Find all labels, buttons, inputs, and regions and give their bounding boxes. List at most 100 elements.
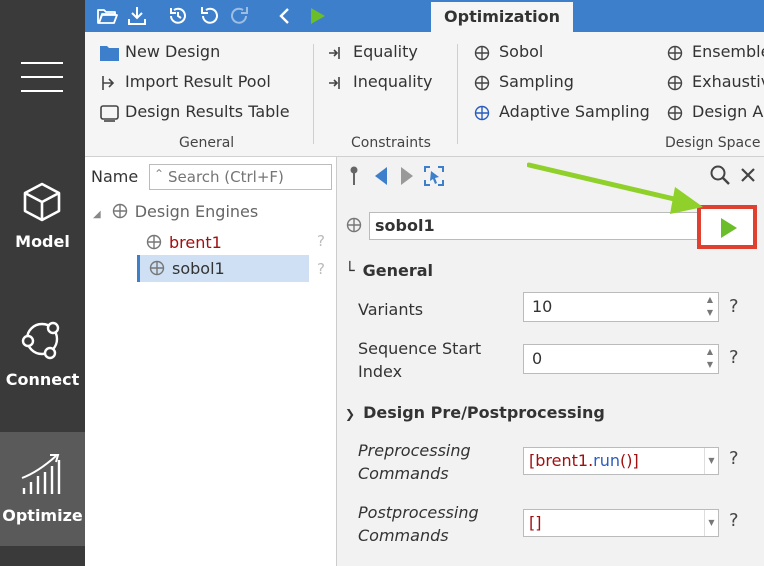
design-as-label: Design As bbox=[692, 102, 764, 121]
section-title: General bbox=[362, 261, 434, 280]
crosshair-icon bbox=[474, 75, 490, 90]
post-value: [] bbox=[529, 513, 542, 532]
exhaustive-button[interactable]: Exhaustiv bbox=[666, 72, 764, 92]
play-icon bbox=[721, 218, 737, 238]
history-icon[interactable] bbox=[167, 5, 189, 27]
exhaustive-label: Exhaustiv bbox=[692, 72, 764, 91]
design-as-button[interactable]: Design As bbox=[666, 102, 764, 122]
label-line-1: Postprocessing bbox=[358, 503, 479, 522]
optimize-chart-icon bbox=[21, 454, 61, 494]
dropdown-icon[interactable]: ▼ bbox=[704, 510, 718, 536]
collapse-triangle-icon[interactable]: ◢ bbox=[93, 209, 101, 220]
tab-optimization[interactable]: Optimization bbox=[431, 2, 573, 34]
rail-label-connect: Connect bbox=[5, 370, 80, 389]
group-label-design-space: Design Space E bbox=[665, 135, 764, 151]
back-chevron-icon[interactable] bbox=[274, 5, 296, 27]
crosshair-icon bbox=[146, 234, 162, 250]
dropdown-icon[interactable]: ▼ bbox=[704, 448, 718, 474]
tree-panel: Name ⌃ ◢ Design Engines brent1 ? sobol1 ? bbox=[85, 157, 337, 566]
group-label-general: General bbox=[179, 135, 235, 151]
inequality-constraint-icon bbox=[329, 76, 340, 89]
label-line-2: Commands bbox=[358, 526, 449, 545]
pre-call: run bbox=[593, 451, 621, 470]
annotation-arrow bbox=[527, 162, 703, 214]
tree-node-label: sobol1 bbox=[172, 259, 225, 278]
run-icon[interactable] bbox=[306, 5, 328, 27]
next-arrow-icon[interactable] bbox=[399, 165, 415, 187]
adaptive-sampling-button[interactable]: Adaptive Sampling bbox=[473, 102, 650, 122]
ribbon-divider bbox=[457, 44, 458, 144]
prev-arrow-icon[interactable] bbox=[373, 165, 389, 187]
postprocessing-commands-field[interactable]: [] ▼ bbox=[523, 509, 719, 537]
tree-search-box[interactable]: ⌃ bbox=[149, 164, 332, 190]
design-results-table-button[interactable]: Design Results Table bbox=[99, 102, 290, 122]
crosshair-icon bbox=[149, 260, 165, 276]
new-design-button[interactable]: New Design bbox=[99, 42, 220, 62]
crosshair-icon bbox=[667, 45, 683, 60]
section-general[interactable]: └ General bbox=[345, 261, 433, 280]
group-label-constraints: Constraints bbox=[351, 135, 431, 151]
ribbon: New Design Import Result Pool Design Res… bbox=[85, 32, 764, 157]
sobol-label: Sobol bbox=[499, 42, 544, 61]
rail-label-model: Model bbox=[15, 232, 70, 251]
crosshair-icon bbox=[346, 217, 362, 233]
equality-label: Equality bbox=[353, 42, 418, 61]
close-icon[interactable] bbox=[739, 166, 757, 184]
connect-icon bbox=[21, 321, 60, 360]
spinner-arrows-icon[interactable]: ▲ ▼ bbox=[702, 345, 718, 373]
pre-close: ()] bbox=[620, 451, 639, 470]
help-icon[interactable]: ? bbox=[729, 296, 739, 317]
ribbon-divider bbox=[313, 44, 314, 144]
sampling-button[interactable]: Sampling bbox=[473, 72, 574, 92]
section-design-prepost[interactable]: ❯ Design Pre/Postprocessing bbox=[345, 403, 605, 422]
folder-icon bbox=[100, 45, 119, 61]
tree-node-brent1[interactable]: brent1 bbox=[145, 230, 232, 256]
variants-value: 10 bbox=[532, 297, 553, 316]
tree-node-design-engines[interactable]: ◢ Design Engines bbox=[93, 202, 258, 221]
equality-constraint-icon bbox=[329, 46, 340, 59]
ensemble-button[interactable]: Ensemble bbox=[666, 42, 764, 62]
collapse-icon: └ bbox=[345, 261, 355, 280]
label-line-1: Sequence Start bbox=[358, 339, 482, 358]
preprocessing-commands-field[interactable]: [brent1.run()] ▼ bbox=[523, 447, 719, 475]
rail-item-connect[interactable]: Connect bbox=[0, 310, 85, 422]
tree-node-sobol1[interactable]: sobol1 bbox=[137, 255, 309, 282]
crosshair-icon bbox=[474, 45, 490, 60]
menu-icon[interactable] bbox=[21, 62, 63, 94]
crosshair-icon bbox=[667, 75, 683, 90]
inequality-label: Inequality bbox=[353, 72, 433, 91]
spinner-arrows-icon[interactable]: ▲ ▼ bbox=[702, 293, 718, 321]
tree-node-label: Design Engines bbox=[134, 202, 259, 221]
crosshair-icon bbox=[112, 203, 127, 219]
design-results-table-label: Design Results Table bbox=[125, 102, 290, 121]
help-icon[interactable]: ? bbox=[317, 260, 325, 278]
preprocessing-label: Preprocessing Commands bbox=[358, 439, 471, 485]
help-icon[interactable]: ? bbox=[729, 510, 739, 531]
rail-item-optimize[interactable]: Optimize bbox=[0, 432, 85, 546]
sequence-start-label: Sequence Start Index bbox=[358, 337, 481, 383]
variants-input[interactable]: 10 ▲ ▼ bbox=[523, 292, 719, 322]
postprocessing-label: Postprocessing Commands bbox=[358, 501, 479, 547]
chevron-down-icon: ❯ bbox=[345, 407, 356, 421]
equality-button[interactable]: Equality bbox=[327, 42, 418, 62]
new-design-label: New Design bbox=[125, 42, 221, 61]
pin-icon[interactable] bbox=[347, 165, 361, 187]
help-icon[interactable]: ? bbox=[317, 232, 325, 250]
download-icon[interactable] bbox=[126, 5, 148, 27]
tree-search-input[interactable] bbox=[168, 167, 328, 187]
variants-label: Variants bbox=[358, 300, 424, 319]
sequence-start-input[interactable]: 0 ▲ ▼ bbox=[523, 344, 719, 374]
help-icon[interactable]: ? bbox=[729, 347, 739, 368]
inequality-button[interactable]: Inequality bbox=[327, 72, 432, 92]
help-icon[interactable]: ? bbox=[729, 448, 739, 469]
import-result-pool-label: Import Result Pool bbox=[125, 72, 271, 91]
undo-icon[interactable] bbox=[198, 5, 220, 27]
label-line-2: Index bbox=[358, 362, 403, 381]
rail-label-optimize: Optimize bbox=[2, 506, 83, 525]
sobol-button[interactable]: Sobol bbox=[473, 42, 543, 62]
rail-item-model[interactable]: Model bbox=[0, 172, 85, 284]
import-result-pool-button[interactable]: Import Result Pool bbox=[99, 72, 271, 92]
open-folder-icon[interactable] bbox=[96, 5, 118, 27]
redo-icon[interactable] bbox=[229, 5, 251, 27]
select-target-icon[interactable] bbox=[423, 165, 445, 187]
